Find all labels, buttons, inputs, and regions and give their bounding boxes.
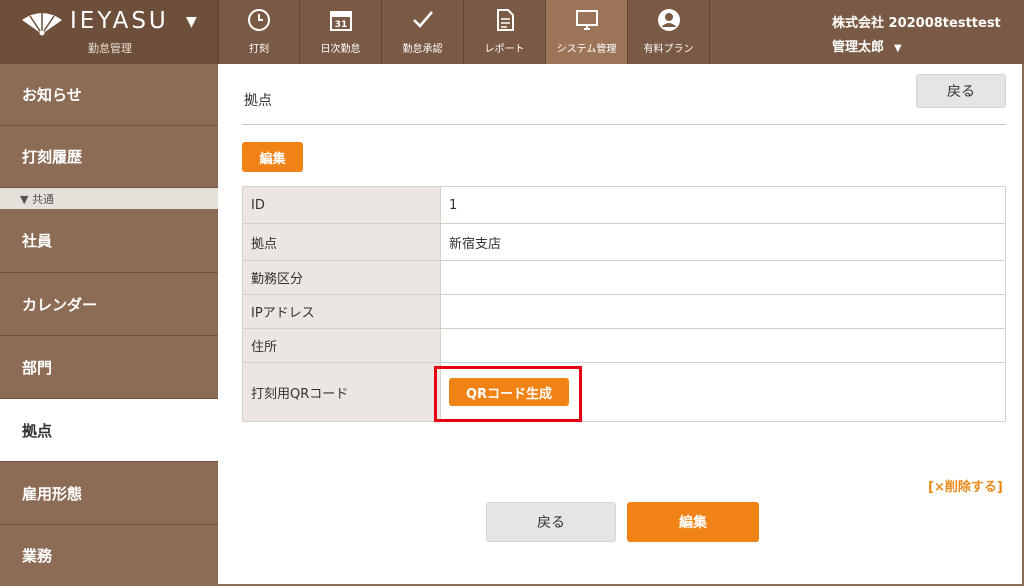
sidebar-item-label: カレンダー [22,295,98,314]
nav-item-paid-plan[interactable]: 有料プラン [628,0,710,64]
calendar-icon: 31 [329,11,352,31]
table-row: 打刻用QRコード QRコード生成 [242,362,1006,422]
nav-item-system-admin[interactable]: システム管理 [546,0,628,64]
sidebar-item-department[interactable]: 部門 [0,336,218,399]
nav-label: 有料プラン [643,44,694,55]
sidebar-item-employees[interactable]: 社員 [0,209,218,273]
generate-qr-button[interactable]: QRコード生成 [449,378,569,406]
row-value: 新宿支店 [440,223,1006,261]
sidebar-item-calendar[interactable]: カレンダー [0,273,218,336]
delete-link[interactable]: [×削除する] [928,476,1003,495]
nav-label: レポート [484,44,525,55]
sidebar-item-label: 拠点 [22,421,53,440]
nav-label: 勤怠承認 [402,44,443,55]
back-button-bottom[interactable]: 戻る [486,502,616,542]
edit-button-bottom[interactable]: 編集 [627,502,759,542]
sidebar-item-label: 部門 [22,358,53,377]
nav-item-approval[interactable]: 勤怠承認 [382,0,464,64]
nav-item-daily-attendance[interactable]: 31 日次勤怠 [300,0,382,64]
sidebar-item-label: 社員 [22,232,53,250]
divider [242,124,1006,125]
sidebar-item-label: 業務 [22,547,53,565]
user-menu[interactable]: 管理太郎 ▼ [832,36,902,55]
nav-item-report[interactable]: レポート [464,0,546,64]
page-title: 拠点 [244,93,272,109]
sidebar-item-label: お知らせ [22,86,82,104]
table-row: IPアドレス [242,294,1006,329]
sidebar-item-employment-type[interactable]: 雇用形態 [0,462,218,525]
fan-logo-icon [22,13,62,36]
user-name: 管理太郎 [832,40,885,55]
row-value [440,294,1006,329]
row-key: 住所 [242,328,441,363]
brand-subtitle: 勤怠管理 [88,42,132,55]
check-icon [412,11,433,28]
nav-label: 日次勤怠 [320,44,361,55]
sidebar-item-label: 打刻履歴 [22,148,83,166]
monitor-icon [575,10,598,30]
brand-name: IEYASU [70,8,169,34]
row-value [440,328,1006,363]
sidebar-section-header[interactable]: ▼ 共通 [0,188,218,209]
nav-item-punch[interactable]: 打刻 [218,0,300,64]
app-logo[interactable]: IEYASU ▼ 勤怠管理 [0,0,218,64]
table-row: 拠点 新宿支店 [242,223,1006,261]
sidebar: お知らせ 打刻履歴 ▼ 共通 社員 カレンダー 部門 拠点 雇用形態 業務 [0,64,218,586]
row-value: 1 [440,186,1006,224]
section-header-label: ▼ 共通 [20,192,54,206]
svg-text:31: 31 [334,20,347,30]
sidebar-item-punch-history[interactable]: 打刻履歴 [0,126,218,188]
row-key: 打刻用QRコード [242,362,441,422]
row-key: 勤務区分 [242,260,441,295]
main-content: 拠点 戻る 編集 ID 1 拠点 新宿支店 勤務区分 IPアドレス 住所 打刻用… [218,64,1024,586]
main-nav: 打刻 31 日次勤怠 勤怠承認 レポート システム管理 有料プラン [218,0,710,64]
top-bar: IEYASU ▼ 勤怠管理 打刻 31 日次勤怠 勤怠承認 レポート システム管… [0,0,1024,64]
document-icon [496,9,514,31]
sidebar-item-location[interactable]: 拠点 [0,399,218,462]
company-name: 株式会社 202008testtest [832,16,1001,31]
edit-button-top[interactable]: 編集 [242,142,303,172]
row-key: 拠点 [242,223,441,261]
row-value [440,260,1006,295]
chevron-down-icon: ▼ [894,43,902,54]
row-value: QRコード生成 [440,362,1006,422]
row-key: ID [242,186,441,224]
back-button-top[interactable]: 戻る [916,74,1006,108]
chevron-down-icon[interactable]: ▼ [186,14,197,30]
sidebar-item-label: 雇用形態 [22,484,83,503]
location-detail-table: ID 1 拠点 新宿支店 勤務区分 IPアドレス 住所 打刻用QRコード QRコ… [242,186,1006,422]
table-row: 勤務区分 [242,260,1006,295]
nav-label: システム管理 [556,44,617,55]
nav-label: 打刻 [249,44,269,55]
row-key: IPアドレス [242,294,441,329]
user-icon [657,9,680,31]
table-row: 住所 [242,328,1006,363]
table-row: ID 1 [242,186,1006,224]
clock-icon [248,9,270,31]
sidebar-item-news[interactable]: お知らせ [0,64,218,126]
sidebar-item-work[interactable]: 業務 [0,525,218,586]
